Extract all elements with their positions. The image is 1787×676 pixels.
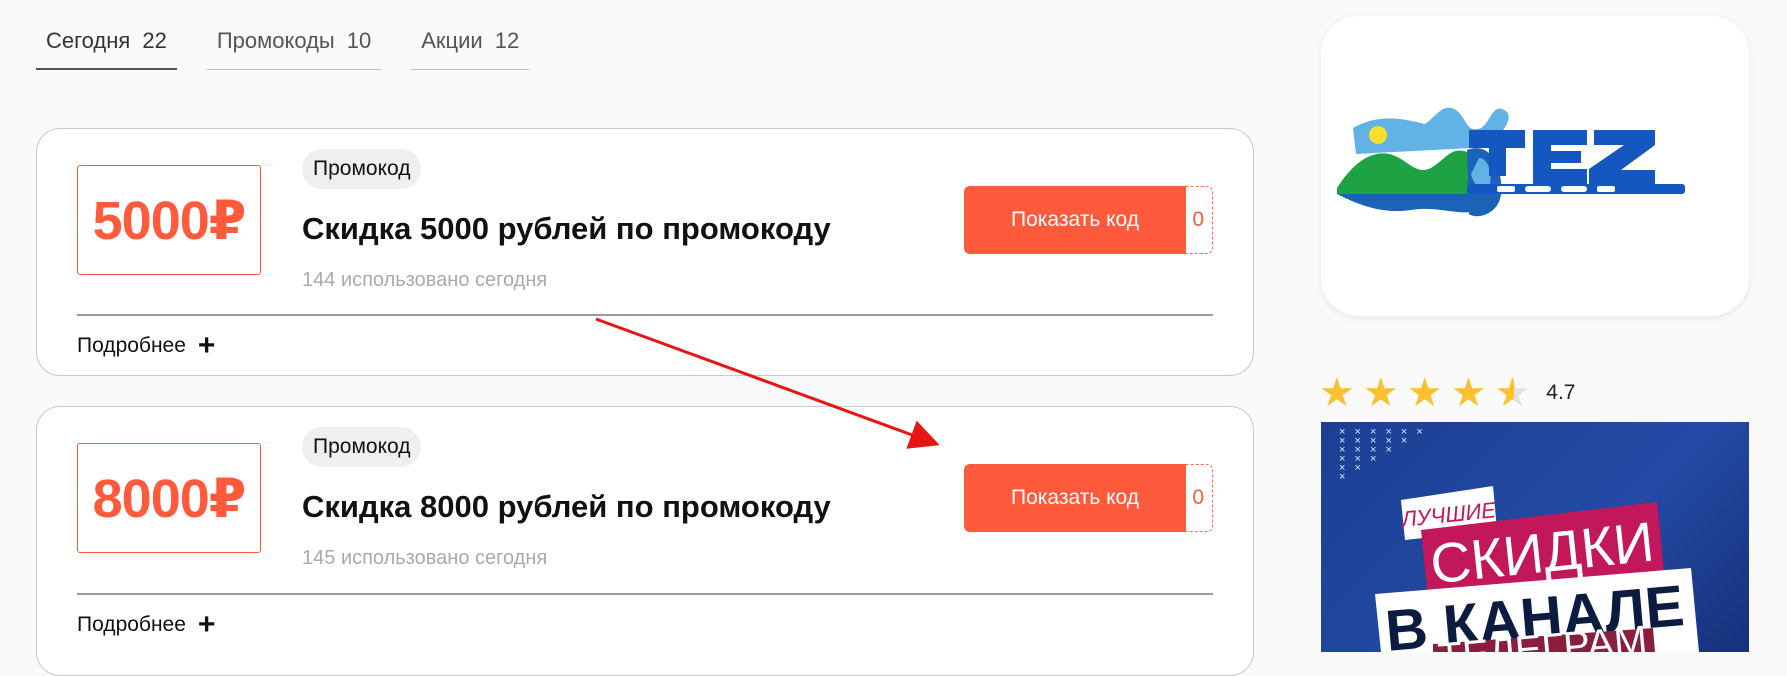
- half-star-icon: ★: [1494, 371, 1531, 415]
- details-label: Подробнее: [77, 334, 186, 357]
- rating-value: 4.7: [1546, 381, 1576, 404]
- offer-title: Скидка 5000 рублей по промокоду: [302, 211, 831, 246]
- offer-type-badge: Промокод: [302, 427, 422, 467]
- discount-amount: 5000₽: [77, 165, 261, 275]
- tab-actions[interactable]: Акции 12: [411, 28, 530, 70]
- logo-lettering: [1467, 130, 1685, 194]
- tab-label: Сегодня: [46, 28, 131, 53]
- star-icon: ★: [1450, 371, 1487, 415]
- details-label: Подробнее: [77, 613, 186, 636]
- promo-code-box[interactable]: 0 Показать код: [964, 186, 1213, 254]
- tab-promocodes[interactable]: Промокоды 10: [206, 28, 382, 70]
- star-icon: ★: [1362, 371, 1399, 415]
- store-rating: ★ ★ ★ ★ ★ 4.7: [1319, 373, 1576, 413]
- store-logo-card: [1321, 16, 1749, 316]
- discount-amount: 8000₽: [77, 443, 261, 553]
- plus-icon: +: [197, 329, 216, 362]
- show-code-button[interactable]: Показать код: [964, 186, 1186, 254]
- promo-code-box[interactable]: 0 Показать код: [964, 464, 1213, 532]
- details-toggle[interactable]: Подробнее +: [77, 331, 215, 361]
- usage-count: 144 использовано сегодня: [302, 269, 548, 291]
- code-peek: 0: [1192, 486, 1204, 509]
- tab-label: Промокоды: [216, 28, 335, 53]
- code-peek: 0: [1192, 208, 1204, 231]
- dot-pattern: × × × × × × × × × × × × × × × × × × × × ×: [1339, 426, 1426, 483]
- plus-icon: +: [197, 608, 216, 641]
- show-code-button[interactable]: Показать код: [964, 464, 1186, 532]
- details-toggle[interactable]: Подробнее +: [77, 610, 215, 640]
- tab-count: 12: [494, 28, 520, 53]
- offer-card: 5000₽ Промокод Скидка 5000 рублей по про…: [36, 128, 1254, 376]
- offer-title: Скидка 8000 рублей по промокоду: [302, 489, 831, 524]
- divider: [77, 593, 1213, 595]
- star-icon: ★: [1406, 371, 1443, 415]
- star-icon: ★: [1319, 371, 1355, 415]
- offer-card: 8000₽ Промокод Скидка 8000 рублей по про…: [36, 406, 1254, 676]
- tab-today[interactable]: Сегодня 22: [36, 28, 177, 70]
- divider: [77, 314, 1213, 316]
- usage-count: 145 использовано сегодня: [302, 547, 548, 569]
- offer-type-badge: Промокод: [302, 149, 422, 189]
- tab-count: 10: [346, 28, 372, 53]
- filter-tabs: Сегодня 22 Промокоды 10 Акции 12: [36, 28, 530, 70]
- tab-label: Акции: [421, 28, 483, 53]
- tez-tour-logo: [1337, 107, 1685, 217]
- tab-count: 22: [142, 28, 167, 53]
- telegram-promo-banner[interactable]: × × × × × × × × × × × × × × × × × × × × × ЛУЧ…: [1321, 422, 1749, 652]
